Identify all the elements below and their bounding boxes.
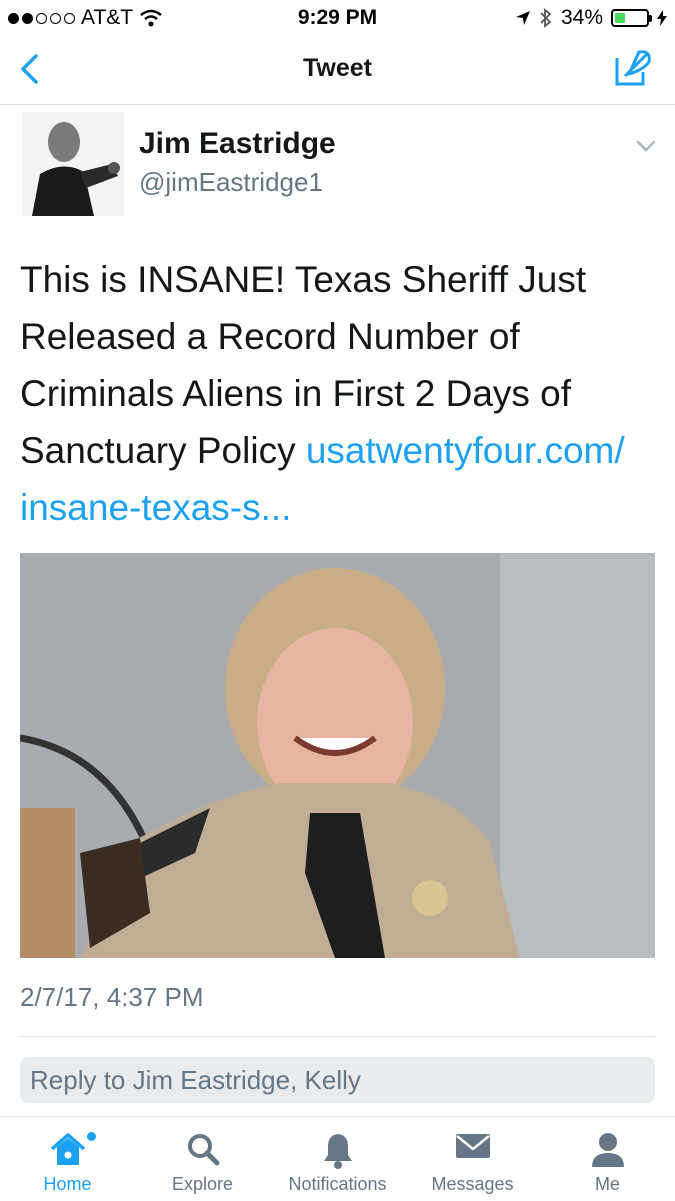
- tweet-text: This is INSANE! Texas Sheriff Just Relea…: [20, 251, 660, 536]
- chevron-down-icon[interactable]: [635, 136, 657, 156]
- charging-bolt-icon: [657, 10, 667, 26]
- author-handle[interactable]: @jimEastridge1: [139, 167, 323, 198]
- search-icon: [187, 1134, 219, 1166]
- status-bar: AT&T 9:29 PM 34%: [0, 0, 675, 36]
- divider: [20, 1036, 655, 1037]
- tab-bar: Home Explore Notifications Messages Me: [0, 1116, 675, 1201]
- notification-dot: [87, 1132, 96, 1141]
- compose-tweet-icon[interactable]: [613, 48, 653, 88]
- tab-messages[interactable]: Messages: [405, 1117, 540, 1201]
- home-icon: [50, 1133, 85, 1165]
- bluetooth-icon: [540, 8, 552, 28]
- tab-explore-label: Explore: [171, 1174, 234, 1194]
- battery-icon: [611, 9, 652, 27]
- author-name[interactable]: Jim Eastridge: [139, 127, 336, 161]
- envelope-icon: [455, 1134, 490, 1158]
- page-title: Tweet: [303, 54, 372, 82]
- tab-home-label: Home: [43, 1174, 92, 1194]
- bell-icon: [323, 1134, 352, 1169]
- tab-messages-label: Messages: [431, 1174, 514, 1194]
- tab-explore[interactable]: Explore: [135, 1117, 270, 1201]
- location-arrow-icon: [515, 11, 530, 25]
- avatar[interactable]: [22, 112, 124, 216]
- reply-placeholder: Reply to Jim Eastridge, Kelly: [30, 1065, 361, 1095]
- status-right: 34%: [515, 6, 667, 30]
- tab-home[interactable]: Home: [0, 1117, 135, 1201]
- navigation-bar: Tweet: [0, 36, 675, 105]
- person-icon: [591, 1133, 624, 1167]
- tab-me[interactable]: Me: [540, 1117, 675, 1201]
- tweet-timestamp: 2/7/17, 4:37 PM: [20, 982, 204, 1012]
- tweet-photo[interactable]: [20, 553, 655, 958]
- reply-input[interactable]: Reply to Jim Eastridge, Kelly: [20, 1057, 655, 1103]
- tab-me-label: Me: [594, 1174, 620, 1194]
- battery-percent: 34%: [560, 6, 603, 29]
- tab-notifications-label: Notifications: [288, 1174, 387, 1194]
- tab-notifications[interactable]: Notifications: [270, 1117, 405, 1201]
